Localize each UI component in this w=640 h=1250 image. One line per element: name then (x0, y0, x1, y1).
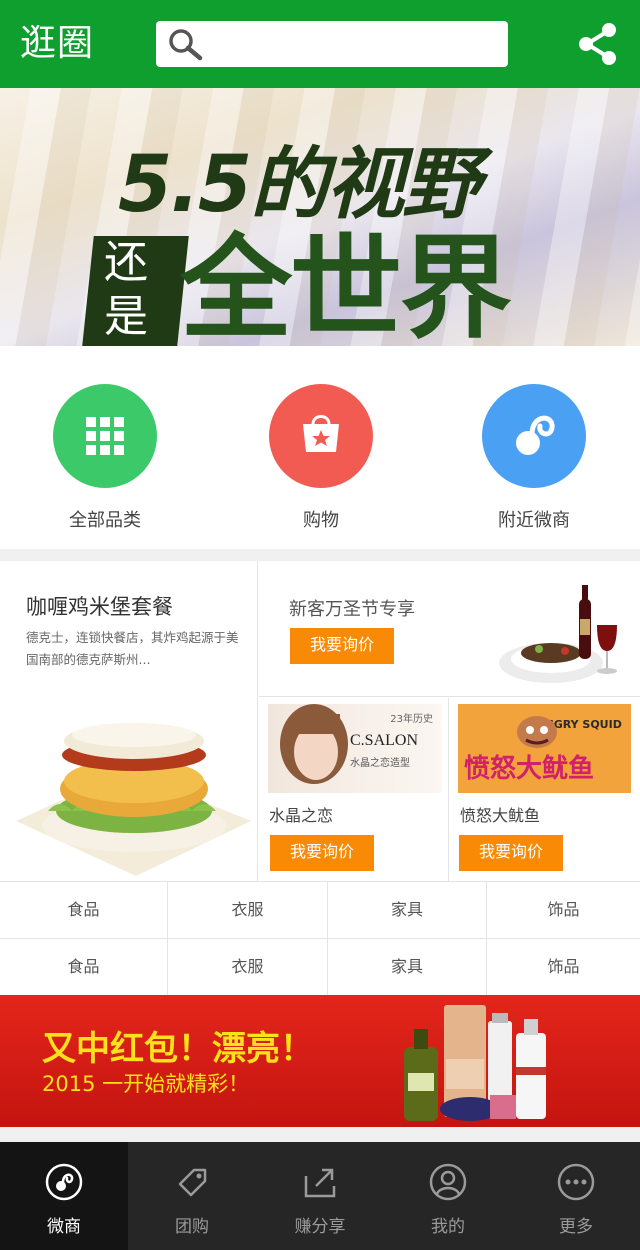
user-icon (429, 1163, 467, 1201)
weishang-icon (45, 1163, 83, 1201)
banner-headline: 5.5的视野 (118, 140, 480, 230)
grid-cell-clothes[interactable]: 衣服 (168, 882, 328, 938)
squid-brand: 愤怒大鱿鱼 (464, 754, 595, 784)
salon-brand: C.SALON (350, 732, 419, 749)
grid-cell-accessories[interactable]: 饰品 (487, 882, 640, 938)
tag-icon (178, 1168, 207, 1197)
promo-card-halloween[interactable]: 新客万圣节专享 我要询价 (259, 561, 640, 697)
salon-image: 23年历史 C.SALON 水晶之恋造型 (268, 704, 441, 793)
bottom-nav: 微商 团购 赚分享 我的 更多 (0, 1142, 640, 1250)
weishang-icon (482, 384, 586, 488)
category-all[interactable]: 全部品类 (25, 384, 185, 532)
category-label: 附近微商 (498, 510, 570, 531)
search-input[interactable] (208, 27, 498, 61)
category-nearby[interactable]: 附近微商 (454, 384, 614, 532)
shopping-bag-icon (269, 384, 373, 488)
grid-cell-food[interactable]: 食品 (0, 939, 168, 995)
grid-icon (53, 384, 157, 488)
salon-subtext: 水晶之恋造型 (350, 758, 410, 769)
banner-tag-text: 还是 (104, 237, 148, 342)
promo-title: 新客万圣节专享 (289, 599, 415, 620)
share-out-icon (304, 1168, 336, 1198)
search-box[interactable] (156, 21, 508, 67)
inquire-button[interactable]: 我要询价 (270, 835, 374, 871)
promo-card-main[interactable]: 咖喱鸡米堡套餐 德克士，连锁快餐店，其炸鸡起源于美国南部的德克萨斯州... (0, 561, 258, 881)
promo-name: 水晶之恋 (269, 806, 334, 825)
top-bar: 逛圈 (0, 0, 640, 88)
promo-name: 愤怒大鱿鱼 (460, 806, 541, 825)
promo-card-squid[interactable]: ANGRY SQUID 愤怒大鱿鱼 愤怒大鱿鱼 我要询价 (450, 698, 640, 881)
category-shopping[interactable]: 购物 (241, 384, 401, 532)
more-icon (557, 1163, 595, 1201)
nav-item-earn-share[interactable]: 赚分享 (256, 1142, 384, 1250)
banner-subheadline: 2015 一开始就精彩！ (42, 1072, 250, 1096)
nav-item-group-buy[interactable]: 团购 (128, 1142, 256, 1250)
inquire-button[interactable]: 我要询价 (290, 628, 394, 664)
hero-banner[interactable]: 5.5的视野 还是 全世界 (0, 88, 640, 346)
nav-label: 我的 (431, 1217, 465, 1237)
promo-section: 咖喱鸡米堡套餐 德克士，连锁快餐店，其炸鸡起源于美国南部的德克萨斯州... 新客… (0, 561, 640, 881)
promo-description: 德克士，连锁快餐店，其炸鸡起源于美国南部的德克萨斯州... (26, 630, 239, 667)
promo-card-salon[interactable]: 23年历史 C.SALON 水晶之恋造型 水晶之恋 我要询价 (259, 698, 449, 881)
squid-image: ANGRY SQUID 愤怒大鱿鱼 (458, 704, 631, 793)
nav-label: 赚分享 (294, 1217, 346, 1237)
promo-banner-cosmetics[interactable]: 又中红包！漂亮！ 2015 一开始就精彩！ (0, 995, 640, 1127)
app-root: 逛圈 5.5的视野 还是 全世界 全部品类 购物 附近微商 咖喱鸡米堡套餐 德克… (0, 0, 640, 1250)
grid-cell-furniture[interactable]: 家具 (328, 882, 487, 938)
inquire-button[interactable]: 我要询价 (459, 835, 563, 871)
grid-cell-furniture[interactable]: 家具 (328, 939, 487, 995)
banner-headline: 又中红包！漂亮！ (42, 1029, 314, 1069)
category-label: 购物 (303, 510, 339, 531)
search-icon (169, 29, 203, 61)
grid-row: 食品 衣服 家具 饰品 (0, 938, 640, 995)
grid-cell-food[interactable]: 食品 (0, 882, 168, 938)
nav-label: 微商 (47, 1217, 81, 1237)
burger-image (16, 723, 251, 876)
app-logo[interactable]: 逛圈 (20, 20, 94, 68)
nav-item-more[interactable]: 更多 (512, 1142, 640, 1250)
cosmetics-image (404, 1005, 546, 1121)
nav-label: 团购 (175, 1217, 209, 1237)
share-icon[interactable] (574, 20, 622, 68)
grid-cell-accessories[interactable]: 饰品 (487, 939, 640, 995)
grid-row: 食品 衣服 家具 饰品 (0, 881, 640, 938)
food-plate-image (499, 585, 617, 683)
category-label: 全部品类 (69, 510, 141, 531)
promo-title: 咖喱鸡米堡套餐 (26, 595, 173, 619)
nav-label: 更多 (559, 1217, 593, 1237)
category-row: 全部品类 购物 附近微商 (0, 346, 640, 549)
salon-badge: 23年历史 (390, 714, 433, 725)
grid-cell-clothes[interactable]: 衣服 (168, 939, 328, 995)
category-grid: 食品 衣服 家具 饰品 食品 衣服 家具 饰品 (0, 881, 640, 995)
nav-item-weishang[interactable]: 微商 (0, 1142, 128, 1250)
banner-subheadline: 全世界 (180, 224, 512, 346)
nav-item-mine[interactable]: 我的 (384, 1142, 512, 1250)
